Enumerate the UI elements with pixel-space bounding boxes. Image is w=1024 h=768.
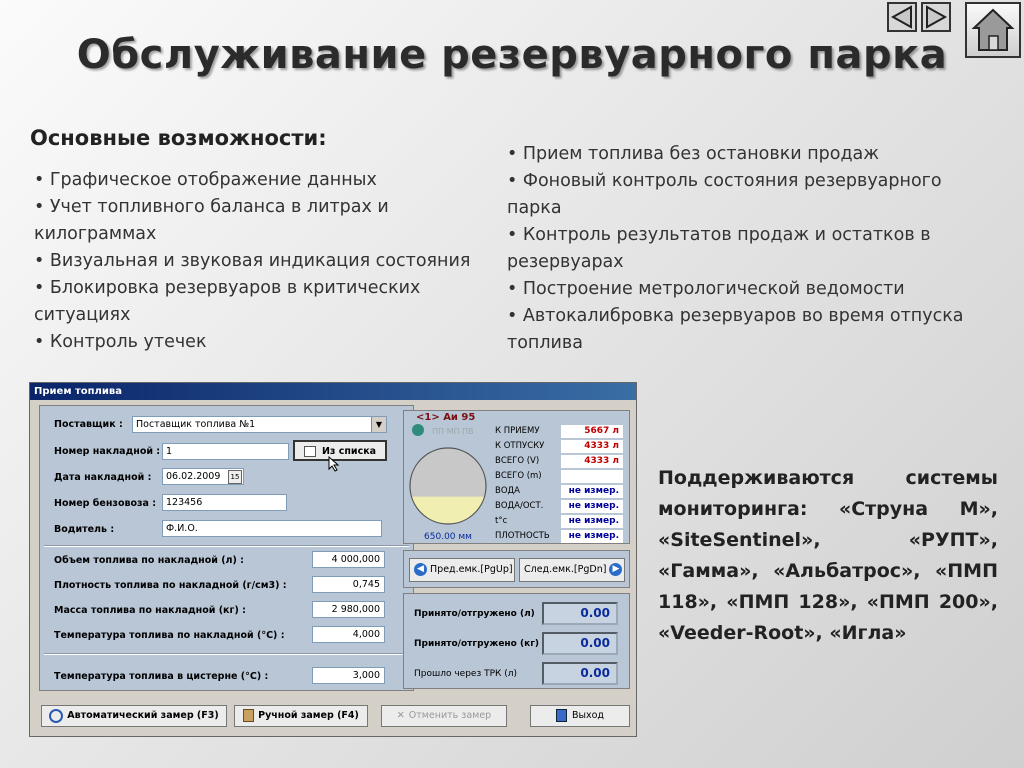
total-value: 0.00 [542, 662, 618, 685]
tank-title: <1> Аи 95 [416, 412, 476, 423]
tank-reading-value: 4333 л [561, 440, 623, 453]
tank-reading-label: ВОДА/ОСТ. [495, 501, 544, 511]
tank-reading-label: К ПРИЕМУ [495, 426, 540, 436]
invoice-number-input[interactable]: 1 [162, 443, 289, 460]
tank-reading-label: ВОДА [495, 486, 520, 496]
tank-status-panel: <1> Аи 95 ПП МП ПВ 650.00 мм К ПРИЕМУ 566… [403, 410, 630, 544]
tank-reading-value: не измер. [561, 485, 623, 498]
temperature-label: Температура топлива по накладной (°C) : [54, 630, 285, 641]
slide-title: Обслуживание резервуарного парка [76, 32, 948, 78]
tank-reading-label: ВСЕГО (m) [495, 471, 542, 481]
mouse-cursor-icon [328, 456, 340, 472]
list-item: • Учет топливного баланса в литрах и кил… [34, 197, 389, 244]
invoice-date-value: 06.02.2009 [166, 471, 221, 482]
density-label: Плотность топлива по накладной (г/см3) : [54, 580, 287, 591]
manual-measure-label: Ручной замер (F4) [258, 710, 359, 721]
previous-slide-button[interactable] [887, 2, 917, 32]
volume-label: Объем топлива по накладной (л) : [54, 555, 244, 566]
tank-reading-value: не измер. [561, 500, 623, 513]
auto-measure-button[interactable]: Автоматический замер (F3) [41, 705, 227, 727]
total-label: Прошло через ТРК (л) [414, 669, 518, 679]
list-item: • Блокировка резервуаров в критических с… [34, 278, 421, 325]
exit-door-icon [555, 709, 567, 722]
next-slide-button[interactable] [921, 2, 951, 32]
truck-number-input[interactable]: 123456 [162, 494, 287, 511]
next-tank-label: След.емк.[PgDn] [524, 564, 607, 575]
next-tank-button[interactable]: След.емк.[PgDn] ▶ [519, 558, 625, 582]
tank-reading-value: 4333 л [561, 455, 623, 468]
tank-reading-value: 5667 л [561, 425, 623, 438]
invoice-date-input[interactable]: 06.02.2009 15 [162, 468, 244, 485]
features-heading: Основные возможности: [30, 126, 327, 150]
tank-reading-value [561, 470, 623, 483]
tank-fuel-level [410, 496, 486, 524]
clipboard-icon [243, 709, 255, 722]
supplier-label: Поставщик : [54, 419, 123, 430]
total-value: 0.00 [542, 632, 618, 655]
tank-capacity-text: 650.00 мм [424, 532, 472, 542]
driver-label: Водитель : [54, 524, 115, 535]
volume-input[interactable]: 4 000,000 [312, 551, 385, 568]
mass-label: Масса топлива по накладной (кг) : [54, 605, 246, 616]
supplier-select[interactable]: Поставщик топлива №1 ▼ [132, 416, 387, 433]
tank-reading-label: ВСЕГО (V) [495, 456, 540, 466]
tank-reading-label: К ОТПУСКУ [495, 441, 545, 451]
list-item: • Фоновый контроль состояния резервуарно… [507, 171, 942, 218]
list-item: • Графическое отображение данных [34, 170, 377, 190]
temperature-input[interactable]: 4,000 [312, 626, 385, 643]
tank-reading-value: не измер. [561, 530, 623, 543]
auto-measure-label: Автоматический замер (F3) [67, 710, 219, 721]
tank-reading-value: не измер. [561, 515, 623, 528]
monitoring-systems-text: Поддерживаются системы мониторинга: «Стр… [658, 467, 998, 644]
total-value: 0.00 [542, 602, 618, 625]
tank-reading-label: t°c [495, 516, 508, 526]
tank-temperature-input[interactable]: 3,000 [312, 667, 385, 684]
dialog-title: Прием топлива [30, 383, 636, 400]
calendar-icon[interactable]: 15 [228, 470, 242, 484]
list-item: • Визуальная и звуковая индикация состоя… [34, 251, 471, 271]
tank-status-indicator [412, 424, 424, 436]
exit-button[interactable]: Выход [530, 705, 630, 727]
invoice-number-label: Номер накладной : [54, 446, 161, 457]
invoice-panel: Поставщик : Поставщик топлива №1 ▼ Номер… [39, 405, 414, 691]
exit-label: Выход [571, 710, 605, 721]
sensor-label: ПП МП ПВ [432, 427, 474, 436]
list-item: • Контроль утечек [34, 332, 207, 352]
arrow-right-icon: ▶ [609, 563, 623, 576]
tank-gauge: ПП МП ПВ 650.00 мм [409, 424, 487, 542]
section-divider [44, 653, 409, 655]
total-label: Принято/отгружено (л) [414, 609, 535, 619]
supplier-value: Поставщик топлива №1 [136, 419, 256, 430]
fuel-receipt-dialog: Прием топлива Поставщик : Поставщик топл… [29, 382, 637, 737]
manual-measure-button[interactable]: Ручной замер (F4) [234, 705, 368, 727]
chevron-down-icon[interactable]: ▼ [371, 417, 386, 432]
cancel-measure-button[interactable]: ✕ Отменить замер [381, 705, 507, 727]
list-item: • Контроль результатов продаж и остатков… [507, 225, 931, 272]
totals-panel: Принято/отгружено (л) 0.00 Принято/отгру… [403, 593, 630, 689]
tank-temperature-label: Температура топлива в цистерне (°C) : [54, 671, 269, 682]
arrow-left-icon: ◀ [414, 563, 427, 576]
previous-tank-button[interactable]: ◀ Пред.емк.[PgUp] [409, 558, 515, 582]
stopwatch-icon [49, 708, 64, 723]
truck-number-label: Номер бензовоза : [54, 498, 157, 509]
mass-input[interactable]: 2 980,000 [312, 601, 385, 618]
list-item: • Автокалибровка резервуаров во время от… [507, 306, 964, 353]
section-divider [44, 545, 409, 547]
previous-tank-label: Пред.емк.[PgUp] [430, 564, 513, 575]
driver-input[interactable]: Ф.И.О. [162, 520, 382, 537]
invoice-date-label: Дата накладной : [54, 472, 152, 483]
cancel-icon: ✕ [396, 710, 405, 721]
total-label: Принято/отгружено (кг) [414, 639, 540, 649]
left-feature-list: • Графическое отображение данных • Учет … [34, 167, 504, 356]
triangle-right-icon [926, 5, 948, 29]
list-item: • Прием топлива без остановки продаж [507, 144, 880, 164]
triangle-left-icon [890, 5, 912, 29]
right-feature-list: • Прием топлива без остановки продаж • Ф… [507, 141, 997, 357]
tank-reading-label: ПЛОТНОСТЬ [495, 531, 550, 541]
list-icon [303, 446, 316, 457]
tank-navigation-panel: ◀ Пред.емк.[PgUp] След.емк.[PgDn] ▶ [403, 550, 630, 588]
density-input[interactable]: 0,745 [312, 576, 385, 593]
list-item: • Построение метрологической ведомости [507, 279, 905, 299]
cancel-measure-label: Отменить замер [408, 710, 492, 721]
